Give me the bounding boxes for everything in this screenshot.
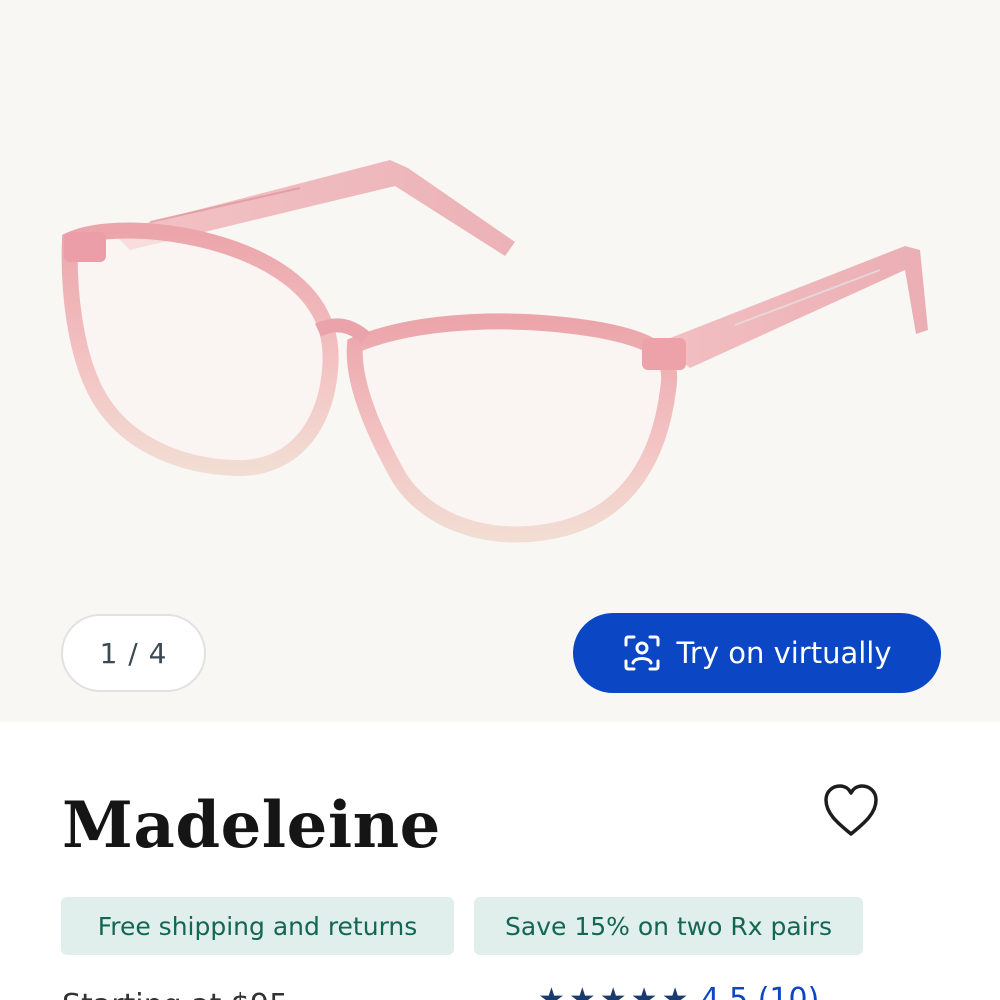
try-on-virtually-button[interactable]: Try on virtually <box>573 613 941 693</box>
promo-badge-shipping: Free shipping and returns <box>61 897 454 955</box>
rating-row[interactable]: ★★★★★ 4.5 (10) <box>538 982 819 1000</box>
face-scan-icon <box>624 635 660 671</box>
price-text: Starting at $95 <box>62 988 288 1000</box>
rating-value-link[interactable]: 4.5 (10) <box>700 982 819 1000</box>
promo-badge-rx-savings: Save 15% on two Rx pairs <box>474 897 863 955</box>
rating-stars: ★★★★★ <box>538 982 693 1000</box>
product-gallery[interactable]: 1 / 4 Try on virtually <box>0 0 1000 722</box>
heart-outline-icon[interactable] <box>821 782 881 840</box>
image-counter: 1 / 4 <box>61 614 206 692</box>
try-on-label: Try on virtually <box>676 636 892 670</box>
product-title: Madeleine <box>62 788 441 863</box>
